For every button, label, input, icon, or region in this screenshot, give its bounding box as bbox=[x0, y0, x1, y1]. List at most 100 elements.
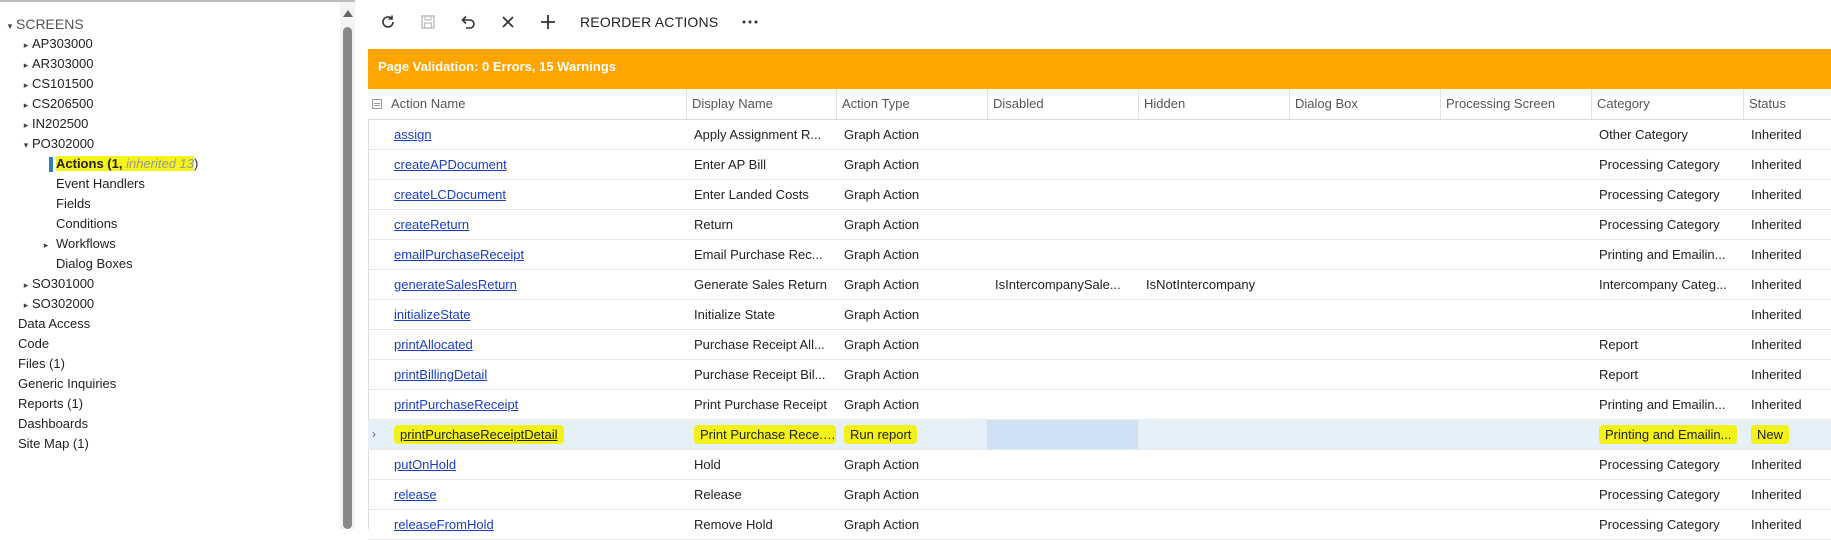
cell-action-type[interactable]: Graph Action bbox=[836, 390, 987, 419]
tree-node-conditions[interactable]: Conditions bbox=[56, 214, 117, 234]
cell-dialog-box[interactable] bbox=[1289, 420, 1440, 449]
cell-status[interactable]: Inherited bbox=[1743, 330, 1831, 359]
cell-processing-screen[interactable] bbox=[1440, 450, 1591, 479]
cell-hidden[interactable] bbox=[1138, 390, 1289, 419]
cell-category[interactable]: Processing Category bbox=[1591, 150, 1743, 179]
cell-dialog-box[interactable] bbox=[1289, 360, 1440, 389]
cell-hidden[interactable] bbox=[1138, 450, 1289, 479]
table-row[interactable]: release Release Graph Action Processing Cat… bbox=[368, 480, 1831, 510]
tree-node-po302000[interactable]: ▾ PO302000 bbox=[20, 134, 94, 154]
cell-action-type[interactable]: Graph Action bbox=[836, 240, 987, 269]
cell-action-type[interactable]: Graph Action bbox=[836, 510, 987, 539]
table-row[interactable]: printPurchaseReceipt Print Purchase Recei… bbox=[368, 390, 1831, 420]
cell-processing-screen[interactable] bbox=[1440, 480, 1591, 509]
tree-node-so301000[interactable]: ▸ SO301000 bbox=[20, 274, 94, 294]
cell-processing-screen[interactable] bbox=[1440, 150, 1591, 179]
tree-node-event-handlers[interactable]: Event Handlers bbox=[56, 174, 145, 194]
cell-disabled[interactable] bbox=[987, 420, 1138, 449]
table-row[interactable]: createAPDocument Enter AP Bill Graph Actio… bbox=[368, 150, 1831, 180]
tree-node-workflows[interactable]: ▸ Workflows bbox=[40, 234, 116, 254]
tree-node-dashboards[interactable]: Dashboards bbox=[18, 414, 88, 434]
cell-status[interactable]: Inherited bbox=[1743, 390, 1831, 419]
cell-processing-screen[interactable] bbox=[1440, 210, 1591, 239]
cell-status[interactable]: Inherited bbox=[1743, 510, 1831, 539]
cell-processing-screen[interactable] bbox=[1440, 300, 1591, 329]
close-icon[interactable] bbox=[488, 0, 528, 44]
table-row[interactable]: createReturn Return Graph Action Processing… bbox=[368, 210, 1831, 240]
row-expand-arrow-icon[interactable]: › bbox=[372, 420, 376, 449]
cell-disabled[interactable] bbox=[987, 480, 1138, 509]
cell-action-name[interactable]: release bbox=[386, 480, 686, 509]
cell-category[interactable]: Processing Category bbox=[1591, 480, 1743, 509]
cell-status[interactable]: New bbox=[1743, 420, 1831, 449]
cell-status[interactable]: Inherited bbox=[1743, 240, 1831, 269]
tree-node-reports[interactable]: Reports (1) bbox=[18, 394, 83, 414]
cell-dialog-box[interactable] bbox=[1289, 390, 1440, 419]
cell-category[interactable]: Report bbox=[1591, 360, 1743, 389]
cell-hidden[interactable] bbox=[1138, 240, 1289, 269]
more-icon[interactable] bbox=[730, 0, 770, 44]
cell-action-type[interactable]: Graph Action bbox=[836, 150, 987, 179]
cell-category[interactable]: Printing and Emailin... bbox=[1591, 420, 1743, 449]
chevron-right-icon[interactable]: ▸ bbox=[20, 35, 32, 55]
table-row[interactable]: releaseFromHold Remove Hold Graph Action Pr… bbox=[368, 510, 1831, 540]
table-row[interactable]: createLCDocument Enter Landed Costs Graph … bbox=[368, 180, 1831, 210]
cell-display-name[interactable]: Enter AP Bill bbox=[686, 150, 836, 179]
cell-display-name[interactable]: Return bbox=[686, 210, 836, 239]
cell-display-name[interactable]: Print Purchase Rece... bbox=[686, 420, 836, 449]
col-header-hidden[interactable]: Hidden bbox=[1138, 89, 1289, 119]
cell-disabled[interactable] bbox=[987, 180, 1138, 209]
cell-category[interactable]: Processing Category bbox=[1591, 180, 1743, 209]
cell-status[interactable]: Inherited bbox=[1743, 210, 1831, 239]
cell-processing-screen[interactable] bbox=[1440, 510, 1591, 539]
cell-action-name[interactable]: printPurchaseReceipt bbox=[386, 390, 686, 419]
cell-action-name[interactable]: generateSalesReturn bbox=[386, 270, 686, 299]
chevron-right-icon[interactable]: ▸ bbox=[20, 75, 32, 95]
tree-node-actions[interactable]: Actions (1, inherited 13) bbox=[56, 154, 198, 174]
table-row[interactable]: printAllocated Purchase Receipt All... Gra… bbox=[368, 330, 1831, 360]
cell-action-type[interactable]: Graph Action bbox=[836, 210, 987, 239]
cell-display-name[interactable]: Purchase Receipt Bil... bbox=[686, 360, 836, 389]
cell-status[interactable]: Inherited bbox=[1743, 180, 1831, 209]
cell-action-name[interactable]: initializeState bbox=[386, 300, 686, 329]
cell-category[interactable]: Processing Category bbox=[1591, 510, 1743, 539]
cell-disabled[interactable] bbox=[987, 360, 1138, 389]
tree-node-ap303000[interactable]: ▸ AP303000 bbox=[20, 34, 93, 54]
cell-status[interactable]: Inherited bbox=[1743, 150, 1831, 179]
cell-display-name[interactable]: Print Purchase Receipt bbox=[686, 390, 836, 419]
cell-category[interactable]: Processing Category bbox=[1591, 210, 1743, 239]
cell-action-name[interactable]: printAllocated bbox=[386, 330, 686, 359]
chevron-right-icon[interactable]: ▸ bbox=[20, 295, 32, 315]
cell-action-name[interactable]: createLCDocument bbox=[386, 180, 686, 209]
cell-action-name[interactable]: putOnHold bbox=[386, 450, 686, 479]
plus-icon[interactable] bbox=[528, 0, 568, 44]
cell-category[interactable]: Other Category bbox=[1591, 120, 1743, 149]
table-row[interactable]: assign Apply Assignment R... Graph Action O… bbox=[368, 120, 1831, 150]
cell-disabled[interactable] bbox=[987, 330, 1138, 359]
cell-hidden[interactable] bbox=[1138, 300, 1289, 329]
tree-node-in202500[interactable]: ▸ IN202500 bbox=[20, 114, 89, 135]
cell-hidden[interactable] bbox=[1138, 120, 1289, 149]
cell-processing-screen[interactable] bbox=[1440, 420, 1591, 449]
cell-action-name[interactable]: createAPDocument bbox=[386, 150, 686, 179]
column-settings-icon[interactable] bbox=[372, 99, 382, 109]
cell-hidden[interactable] bbox=[1138, 210, 1289, 239]
cell-hidden[interactable] bbox=[1138, 420, 1289, 449]
chevron-right-icon[interactable]: ▸ bbox=[20, 115, 32, 135]
tree-node-files[interactable]: Files (1) bbox=[18, 354, 65, 374]
tree-scrollbar[interactable] bbox=[340, 2, 355, 529]
cell-status[interactable]: Inherited bbox=[1743, 480, 1831, 509]
cell-disabled[interactable] bbox=[987, 390, 1138, 419]
table-row[interactable]: › printPurchaseReceiptDetail Print Purchas… bbox=[368, 420, 1831, 450]
cell-status[interactable]: Inherited bbox=[1743, 450, 1831, 479]
tree-node-cs101500[interactable]: ▸ CS101500 bbox=[20, 74, 94, 95]
chevron-right-icon[interactable]: ▸ bbox=[20, 95, 32, 115]
chevron-right-icon[interactable]: ▸ bbox=[20, 275, 32, 295]
cell-disabled[interactable] bbox=[987, 300, 1138, 329]
cell-processing-screen[interactable] bbox=[1440, 360, 1591, 389]
cell-display-name[interactable]: Purchase Receipt All... bbox=[686, 330, 836, 359]
table-row[interactable]: printBillingDetail Purchase Receipt Bil..… bbox=[368, 360, 1831, 390]
col-header-action-type[interactable]: Action Type bbox=[836, 89, 987, 119]
col-header-dialog-box[interactable]: Dialog Box bbox=[1289, 89, 1440, 119]
cell-dialog-box[interactable] bbox=[1289, 150, 1440, 179]
